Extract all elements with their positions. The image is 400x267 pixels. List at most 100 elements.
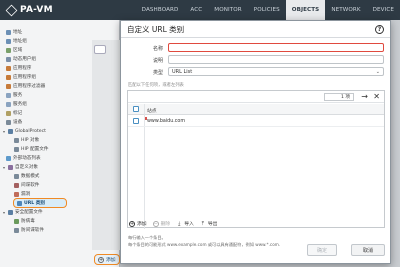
sidebar-item[interactable]: 应用程序过滤器 bbox=[6, 82, 45, 90]
app-logo: PA-VM bbox=[5, 3, 53, 17]
sidebar-item-label: 防病毒 bbox=[21, 219, 35, 224]
tab-device[interactable]: DEVICE bbox=[367, 0, 400, 20]
tab-objects[interactable]: OBJECTS bbox=[285, 0, 326, 20]
object-type-icon bbox=[14, 146, 19, 152]
object-type-icon bbox=[6, 101, 11, 107]
sidebar-item-label: 防间谍软件 bbox=[21, 228, 44, 233]
item-counter: 1 项 bbox=[324, 93, 354, 101]
plus-icon: + bbox=[129, 220, 135, 227]
sidebar-item[interactable]: 服务 bbox=[6, 91, 22, 99]
name-label: 名称 bbox=[152, 46, 163, 52]
select-all-checkbox[interactable] bbox=[133, 106, 139, 112]
entry-format-note: 每个条目的可能形式 www.example.com 或可以具有通配符，例如 ww… bbox=[128, 242, 281, 247]
object-type-icon bbox=[14, 173, 19, 179]
object-type-icon bbox=[14, 218, 19, 224]
description-input[interactable] bbox=[168, 55, 384, 64]
delete-row-button[interactable]: − 删除 bbox=[152, 220, 171, 227]
tab-monitor[interactable]: MONITOR bbox=[208, 0, 247, 20]
tab-network[interactable]: NETWORK bbox=[325, 0, 366, 20]
sidebar-item-label: 地址 bbox=[13, 30, 23, 35]
sidebar-item[interactable]: 区域 bbox=[6, 46, 22, 54]
cancel-button[interactable]: 取消 bbox=[351, 244, 385, 256]
tab-policies[interactable]: POLICIES bbox=[248, 0, 286, 20]
arrow-right-icon[interactable]: → bbox=[361, 92, 368, 101]
list-toolbar: 1 项 → ✕ bbox=[128, 91, 384, 103]
sidebar-item-label: 动态用户组 bbox=[13, 57, 36, 62]
object-type-icon bbox=[6, 155, 11, 161]
entry-note: 每行输入一个条目。 bbox=[128, 235, 166, 240]
add-row-button[interactable]: + 添加 bbox=[129, 220, 147, 227]
ok-button[interactable]: 确定 bbox=[307, 244, 337, 256]
sidebar-item[interactable]: 地址组 bbox=[6, 37, 27, 45]
sidebar-item[interactable]: 地址 bbox=[6, 28, 22, 36]
help-icon[interactable]: ? bbox=[375, 25, 384, 34]
object-type-icon bbox=[14, 182, 19, 188]
plus-icon: + bbox=[98, 256, 104, 263]
sidebar-item[interactable]: 标记 bbox=[6, 109, 22, 117]
tab-acc[interactable]: ACC bbox=[184, 0, 208, 20]
object-type-icon bbox=[6, 65, 11, 71]
sidebar-item-label: 标记 bbox=[13, 111, 23, 116]
sidebar-item-label: 区域 bbox=[13, 48, 23, 53]
sidebar-item-label: 自定义对象 bbox=[15, 165, 38, 170]
sidebar-item-label: 设备 bbox=[13, 120, 23, 125]
sidebar-item-label: 应用程序过滤器 bbox=[13, 84, 46, 89]
type-select[interactable]: URL List ⌄ bbox=[168, 67, 384, 76]
row-site-value: www.baidu.com bbox=[147, 119, 186, 124]
tab-dashboard[interactable]: DASHBOARD bbox=[136, 0, 185, 20]
sidebar-item[interactable]: 设备 bbox=[6, 118, 22, 126]
table-row[interactable]: www.baidu.com bbox=[128, 116, 384, 127]
sidebar-item[interactable]: ▾ 安全配置文件 bbox=[2, 208, 43, 216]
logo-mark-icon bbox=[5, 4, 18, 16]
logo-text: PA-VM bbox=[20, 5, 53, 15]
sidebar-item[interactable]: HIP 配置文件 bbox=[14, 145, 48, 153]
sidebar-item-label: 应用程序组 bbox=[13, 75, 36, 80]
sidebar-item[interactable]: 数据模式 bbox=[14, 172, 39, 180]
sidebar-item-label: HIP 对象 bbox=[21, 138, 40, 143]
sidebar-item[interactable]: HIP 对象 bbox=[14, 136, 39, 144]
export-label: 导出 bbox=[207, 222, 218, 227]
sidebar-item[interactable]: ▾ 自定义对象 bbox=[2, 163, 38, 171]
sidebar-item-label: HIP 配置文件 bbox=[21, 147, 49, 152]
sidebar-item[interactable]: 间谍软件 bbox=[14, 181, 39, 189]
sidebar-item[interactable]: 防病毒 bbox=[14, 217, 35, 225]
sidebar-item-label: 间谍软件 bbox=[21, 183, 40, 188]
delete-row-label: 删除 bbox=[160, 222, 171, 227]
expand-arrow-icon[interactable]: ▾ bbox=[2, 129, 6, 134]
dialog-title: 自定义 URL 类别 bbox=[127, 24, 185, 34]
column-header-site: 站点 bbox=[147, 109, 157, 114]
object-type-icon bbox=[8, 209, 13, 215]
sidebar-item[interactable]: 防间谍软件 bbox=[14, 226, 44, 234]
cancel-label: 取消 bbox=[362, 247, 373, 254]
object-type-icon bbox=[6, 29, 11, 35]
sidebar-item[interactable]: URL 类别 bbox=[13, 198, 67, 208]
sidebar-item-label: 地址组 bbox=[13, 39, 27, 44]
object-type-icon bbox=[6, 56, 11, 62]
sidebar-item[interactable]: 外部动态列表 bbox=[6, 154, 41, 162]
sidebar-item[interactable]: ▾ GlobalProtect bbox=[2, 127, 46, 135]
row-checkbox[interactable] bbox=[133, 118, 139, 124]
object-type-icon bbox=[14, 137, 19, 143]
content-strip bbox=[92, 40, 120, 250]
import-button[interactable]: ⤓ 导入 bbox=[176, 220, 194, 228]
add-row-label: 添加 bbox=[137, 222, 147, 227]
sidebar-item[interactable]: 漏洞 bbox=[14, 190, 30, 198]
export-icon: ⤒ bbox=[201, 220, 204, 227]
object-type-icon bbox=[8, 128, 13, 134]
expand-arrow-icon[interactable]: ▾ bbox=[2, 210, 6, 215]
expand-arrow-icon[interactable]: ▾ bbox=[2, 165, 6, 170]
sidebar-item-label: 服务 bbox=[13, 93, 23, 98]
add-object-button[interactable]: + 添加 bbox=[94, 254, 120, 265]
nav-tabs: DASHBOARD ACC MONITOR POLICIES OBJECTS NETWOR… bbox=[136, 0, 400, 20]
import-label: 导入 bbox=[184, 222, 194, 227]
export-button[interactable]: ⤒ 导出 bbox=[200, 220, 218, 228]
sidebar-item[interactable]: 应用程序 bbox=[6, 64, 31, 72]
content-strip-control[interactable] bbox=[94, 45, 106, 54]
top-nav-bar: PA-VM DASHBOARD ACC MONITOR POLICIES OBJECTS… bbox=[0, 0, 400, 20]
sidebar-item[interactable]: 应用程序组 bbox=[6, 73, 36, 81]
close-icon[interactable]: ✕ bbox=[373, 92, 380, 101]
sidebar-item[interactable]: 服务组 bbox=[6, 100, 27, 108]
name-input[interactable] bbox=[168, 43, 384, 52]
sidebar-item[interactable]: 动态用户组 bbox=[6, 55, 36, 63]
sidebar-item-label: 数据模式 bbox=[21, 174, 40, 179]
